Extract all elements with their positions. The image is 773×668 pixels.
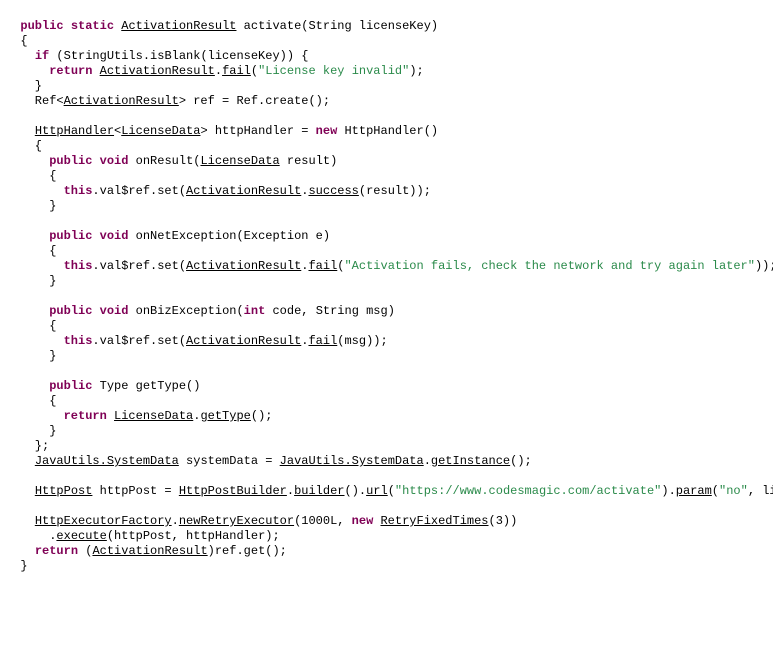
code-line: } xyxy=(6,349,767,364)
code-line: { xyxy=(6,244,767,259)
code-line: { xyxy=(6,139,767,154)
code-line: if (StringUtils.isBlank(licenseKey)) { xyxy=(6,49,767,64)
code-line: HttpExecutorFactory.newRetryExecutor(100… xyxy=(6,514,767,529)
code-line: { xyxy=(6,169,767,184)
code-line: } xyxy=(6,274,767,289)
code-line: } xyxy=(6,199,767,214)
code-line: return (ActivationResult)ref.get(); xyxy=(6,544,767,559)
code-line: this.val$ref.set(ActivationResult.succes… xyxy=(6,184,767,199)
code-line xyxy=(6,499,767,514)
code-line: this.val$ref.set(ActivationResult.fail(m… xyxy=(6,334,767,349)
code-line: } xyxy=(6,559,767,574)
code-line: this.val$ref.set(ActivationResult.fail("… xyxy=(6,259,767,274)
code-block: public static ActivationResult activate(… xyxy=(6,19,767,574)
code-line: return ActivationResult.fail("License ke… xyxy=(6,64,767,79)
code-line xyxy=(6,364,767,379)
code-line: } xyxy=(6,424,767,439)
code-line: public void onNetException(Exception e) xyxy=(6,229,767,244)
code-line: JavaUtils.SystemData systemData = JavaUt… xyxy=(6,454,767,469)
code-line: HttpHandler<LicenseData> httpHandler = n… xyxy=(6,124,767,139)
code-line: return LicenseData.getType(); xyxy=(6,409,767,424)
code-line: public static ActivationResult activate(… xyxy=(6,19,767,34)
code-line: .execute(httpPost, httpHandler); xyxy=(6,529,767,544)
code-line xyxy=(6,214,767,229)
code-line xyxy=(6,109,767,124)
code-line: { xyxy=(6,394,767,409)
code-line: public void onResult(LicenseData result) xyxy=(6,154,767,169)
code-line: HttpPost httpPost = HttpPostBuilder.buil… xyxy=(6,484,767,499)
code-line: Ref<ActivationResult> ref = Ref.create()… xyxy=(6,94,767,109)
code-line xyxy=(6,289,767,304)
code-line: { xyxy=(6,319,767,334)
code-line: { xyxy=(6,34,767,49)
code-line: }; xyxy=(6,439,767,454)
code-line: public Type getType() xyxy=(6,379,767,394)
code-line xyxy=(6,469,767,484)
code-line: public void onBizException(int code, Str… xyxy=(6,304,767,319)
code-line: } xyxy=(6,79,767,94)
